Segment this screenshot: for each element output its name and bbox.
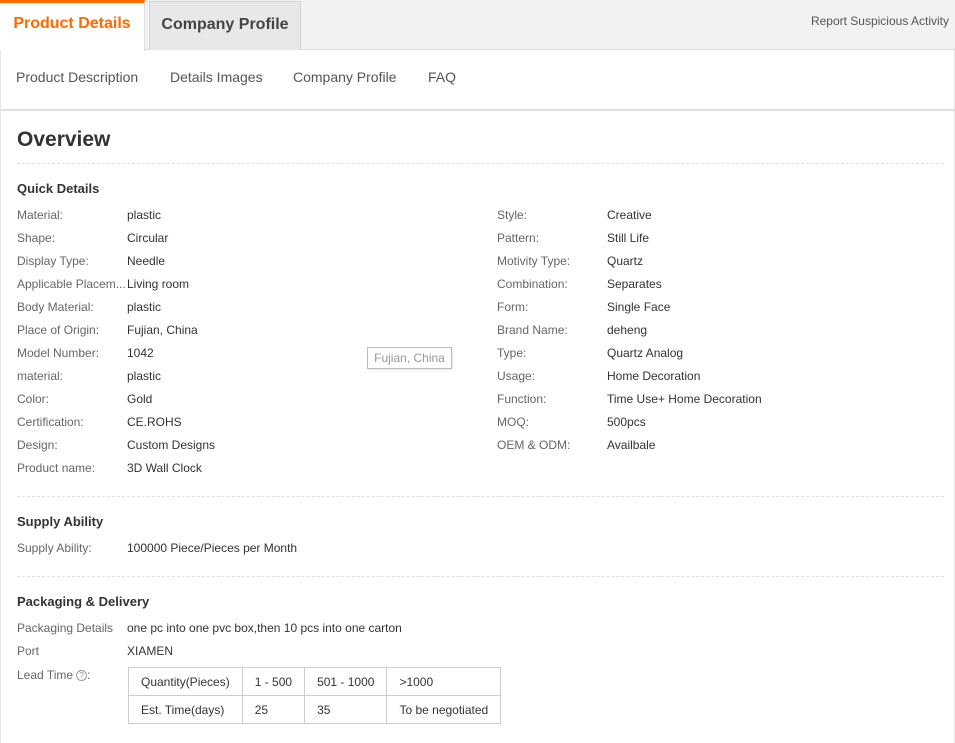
sub-navigation: Product Description Details Images Compa… bbox=[0, 50, 955, 111]
lead-time-label: Lead Time bbox=[17, 668, 74, 682]
table-cell: Est. Time(days) bbox=[128, 695, 243, 724]
attr-value: 1042 bbox=[127, 346, 154, 360]
attr-key: Body Material: bbox=[17, 300, 94, 314]
attr-value: Needle bbox=[127, 254, 166, 268]
attr-value: Fujian, China bbox=[127, 323, 198, 337]
attr-key: Form: bbox=[497, 300, 529, 314]
help-icon[interactable]: ? bbox=[76, 670, 88, 682]
attr-value: plastic bbox=[127, 300, 162, 314]
table-row: Est. Time(days) 25 35 To be negotiated bbox=[128, 695, 502, 724]
attr-key: Brand Name: bbox=[497, 323, 568, 337]
attr-key: Supply Ability: bbox=[17, 541, 92, 555]
attr-value: deheng bbox=[607, 323, 648, 337]
attr-key: Applicable Placem... bbox=[17, 277, 126, 291]
attr-key: Display Type: bbox=[17, 254, 89, 268]
attr-value: plastic bbox=[127, 369, 162, 383]
attr-key: Motivity Type: bbox=[497, 254, 571, 268]
attr-value: 500pcs bbox=[607, 415, 646, 429]
attr-key: Product name: bbox=[17, 461, 96, 475]
attr-value: Quartz Analog bbox=[607, 346, 684, 360]
quick-details-title: Quick Details bbox=[17, 181, 100, 196]
attr-value: Separates bbox=[607, 277, 662, 291]
attr-key: Style: bbox=[497, 208, 528, 222]
table-cell: >1000 bbox=[386, 667, 502, 696]
attr-key: Model Number: bbox=[17, 346, 100, 360]
attr-key: Place of Origin: bbox=[17, 323, 100, 337]
attr-key: Material: bbox=[17, 208, 64, 222]
supply-ability-title: Supply Ability bbox=[17, 514, 104, 529]
attr-key: Lead Time?: bbox=[17, 668, 91, 682]
tab-company-profile[interactable]: Company Profile bbox=[149, 1, 301, 50]
subnav-details-images[interactable]: Details Images bbox=[170, 69, 263, 85]
subnav-product-description[interactable]: Product Description bbox=[16, 69, 138, 85]
attr-value: Time Use+ Home Decoration bbox=[607, 392, 762, 406]
product-details-content: Overview Quick Details Material: plastic … bbox=[0, 111, 955, 743]
attr-key: Port bbox=[17, 644, 40, 658]
table-cell: 25 bbox=[241, 695, 306, 724]
attr-value: plastic bbox=[127, 208, 162, 222]
attr-key: OEM & ODM: bbox=[497, 438, 571, 452]
attr-key: Type: bbox=[497, 346, 527, 360]
attr-value: Single Face bbox=[607, 300, 671, 314]
tab-bar: Product Details Company Profile Report S… bbox=[0, 0, 955, 51]
attr-value: Still Life bbox=[607, 231, 650, 245]
report-suspicious-activity-link[interactable]: Report Suspicious Activity bbox=[811, 14, 949, 28]
divider bbox=[17, 163, 944, 164]
table-cell: 35 bbox=[304, 695, 388, 724]
attr-key: material: bbox=[17, 369, 64, 383]
attr-value: XIAMEN bbox=[127, 644, 174, 658]
attr-key: Certification: bbox=[17, 415, 84, 429]
attr-value: Home Decoration bbox=[607, 369, 701, 383]
table-cell: 1 - 500 bbox=[241, 667, 306, 696]
tooltip: Fujian, China bbox=[367, 347, 452, 369]
attr-value: Custom Designs bbox=[127, 438, 216, 452]
table-cell: Quantity(Pieces) bbox=[128, 667, 243, 696]
attr-value: Circular bbox=[127, 231, 169, 245]
attr-value: 100000 Piece/Pieces per Month bbox=[127, 541, 298, 555]
overview-title: Overview bbox=[17, 128, 111, 151]
attr-key: Usage: bbox=[497, 369, 536, 383]
attr-value: one pc into one pvc box,then 10 pcs into… bbox=[127, 621, 402, 635]
attr-value: Living room bbox=[127, 277, 190, 291]
attr-key: Function: bbox=[497, 392, 547, 406]
table-cell: 501 - 1000 bbox=[304, 667, 388, 696]
attr-value: 3D Wall Clock bbox=[127, 461, 202, 475]
subnav-company-profile[interactable]: Company Profile bbox=[293, 69, 397, 85]
table-cell: To be negotiated bbox=[386, 695, 502, 724]
divider bbox=[17, 496, 944, 497]
divider bbox=[17, 576, 944, 577]
lead-time-table: Quantity(Pieces) 1 - 500 501 - 1000 >100… bbox=[128, 667, 502, 724]
packaging-delivery-title: Packaging & Delivery bbox=[17, 594, 150, 609]
attr-value: Gold bbox=[127, 392, 153, 406]
subnav-faq[interactable]: FAQ bbox=[428, 69, 456, 85]
attr-key: Shape: bbox=[17, 231, 56, 245]
attr-value: Availbale bbox=[607, 438, 656, 452]
attr-key: Color: bbox=[17, 392, 50, 406]
tab-product-details[interactable]: Product Details bbox=[0, 0, 145, 51]
attr-key: Combination: bbox=[497, 277, 568, 291]
attr-value: Quartz bbox=[607, 254, 644, 268]
attr-key: Design: bbox=[17, 438, 58, 452]
attr-value: CE.ROHS bbox=[127, 415, 182, 429]
table-row: Quantity(Pieces) 1 - 500 501 - 1000 >100… bbox=[128, 667, 502, 696]
attr-value: Creative bbox=[607, 208, 652, 222]
attr-key: Pattern: bbox=[497, 231, 540, 245]
attr-key: MOQ: bbox=[497, 415, 529, 429]
attr-key: Packaging Details bbox=[17, 621, 114, 635]
